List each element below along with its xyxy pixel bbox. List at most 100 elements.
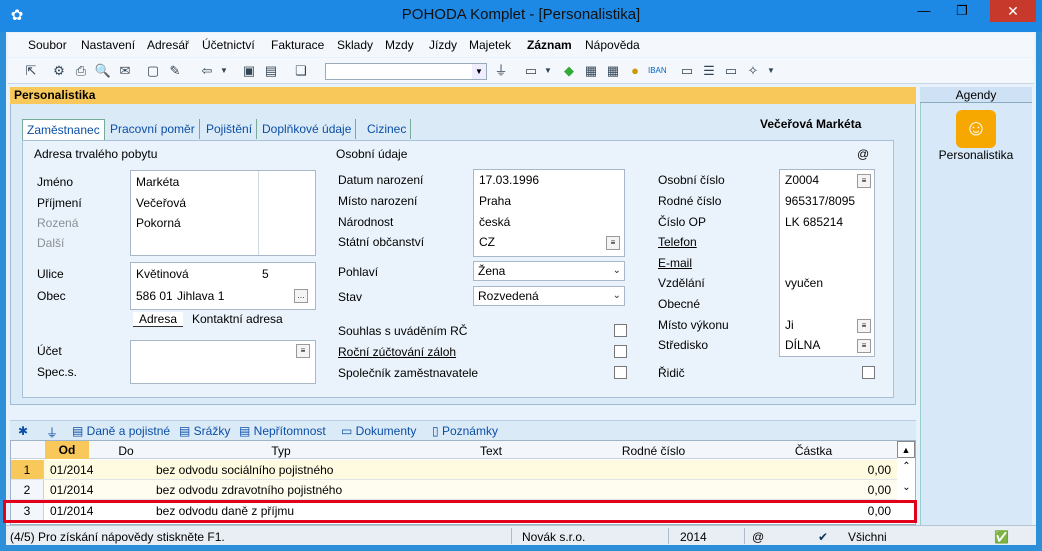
agenda-item-personalistika[interactable]: Personalistika xyxy=(920,148,1032,162)
folder-icon[interactable]: ▭ xyxy=(522,62,540,80)
menu-soubor[interactable]: Soubor xyxy=(28,38,67,52)
menu-fakturace[interactable]: Fakturace xyxy=(271,38,324,52)
menu-zaznam[interactable]: Záznam xyxy=(527,38,572,52)
email-link[interactable]: E-mail xyxy=(658,256,692,270)
scroll-down-icon[interactable]: ⌄ xyxy=(898,482,915,493)
telefon-link[interactable]: Telefon xyxy=(658,235,697,249)
osobni-cislo-lookup-button[interactable]: ≡ xyxy=(857,174,871,188)
table-row[interactable]: 2 01/2014 bez odvodu zdravotního pojistn… xyxy=(11,480,897,500)
stredisko-field[interactable]: DÍLNA xyxy=(785,338,820,352)
vzdelani-field[interactable]: vyučen xyxy=(785,276,823,290)
tab-zamestnanec[interactable]: Zaměstnanec xyxy=(22,119,105,140)
coins-icon[interactable]: ● xyxy=(626,62,644,80)
menu-nastaveni[interactable]: Nastavení xyxy=(81,38,135,52)
menu-mzdy[interactable]: Mzdy xyxy=(385,38,414,52)
spolecnik-checkbox[interactable] xyxy=(614,366,627,379)
account-field[interactable] xyxy=(130,340,316,384)
tag-icon[interactable]: ◆ xyxy=(560,62,578,80)
wand-dropdown-icon[interactable]: ▼ xyxy=(762,62,780,80)
column-text[interactable]: Text xyxy=(406,444,576,458)
settings-icon[interactable]: ⚙ xyxy=(50,62,68,80)
misto-narozeni-field[interactable]: Praha xyxy=(479,194,511,208)
print-preview-icon[interactable]: 🔍 xyxy=(94,62,112,80)
rodne-cislo-field[interactable]: 965317/8095 xyxy=(785,194,855,208)
calculator-icon[interactable]: ▦ xyxy=(582,62,600,80)
tab-pracovni-pomer[interactable]: Pracovní poměr xyxy=(106,119,200,139)
tab-doplnkove-udaje[interactable]: Doplňkové údaje xyxy=(258,119,357,139)
tab-nepritomnost[interactable]: ▤ Nepřítomnost xyxy=(239,424,326,438)
copy-icon[interactable]: ❏ xyxy=(292,62,310,80)
minimize-button[interactable]: — xyxy=(908,0,940,22)
datum-narozeni-field[interactable]: 17.03.1996 xyxy=(479,173,539,187)
column-castka[interactable]: Částka xyxy=(731,444,896,458)
address-tab-kontaktni[interactable]: Kontaktní adresa xyxy=(186,312,289,326)
tab-dane-pojistne[interactable]: ▤ Daně a pojistné xyxy=(72,424,170,438)
stav-select[interactable]: Rozvedená ⌄ xyxy=(473,286,625,306)
obec-field[interactable]: Jihlava 1 xyxy=(177,289,224,303)
back-arrow-icon[interactable]: ⇦ xyxy=(198,62,216,80)
print-icon[interactable]: ⎙ xyxy=(72,62,90,80)
narodnost-field[interactable]: česká xyxy=(479,215,510,229)
save-icon[interactable]: ▣ xyxy=(240,62,258,80)
psc-field[interactable]: 586 01 xyxy=(136,289,173,303)
close-button[interactable]: ✕ xyxy=(990,0,1036,22)
obec-lookup-button[interactable]: … xyxy=(294,289,308,303)
address-tab-adresa[interactable]: Adresa xyxy=(133,312,184,327)
misto-vykonu-field[interactable]: Ji xyxy=(785,318,794,332)
list-icon[interactable]: ☰ xyxy=(700,62,718,80)
column-rodne-cislo[interactable]: Rodné číslo xyxy=(576,444,731,458)
menu-adresar[interactable]: Adresář xyxy=(147,38,189,52)
exit-icon[interactable]: ⇱ xyxy=(22,62,40,80)
star-icon[interactable]: ✱ xyxy=(18,424,28,438)
personnel-icon[interactable]: ☺ xyxy=(956,110,996,148)
menu-jizdy[interactable]: Jízdy xyxy=(429,38,457,52)
wand-icon[interactable]: ✧ xyxy=(744,62,762,80)
ridic-checkbox[interactable] xyxy=(862,366,875,379)
column-od[interactable]: Od xyxy=(45,441,89,459)
cislo-field[interactable]: 5 xyxy=(262,267,269,281)
comment-icon[interactable]: ▭ xyxy=(678,62,696,80)
table-row[interactable]: 1 01/2014 bez odvodu sociálního pojistné… xyxy=(11,460,897,480)
jmeno-field[interactable]: Markéta xyxy=(136,175,179,189)
filter-icon[interactable]: ⏚ xyxy=(46,424,58,441)
prijmeni-field[interactable]: Večeřová xyxy=(136,196,186,210)
filter-icon[interactable]: ⏚ xyxy=(492,62,510,80)
rozena-field[interactable]: Pokorná xyxy=(136,216,181,230)
table-icon[interactable]: ▦ xyxy=(604,62,622,80)
scroll-up-icon[interactable]: ⌃ xyxy=(898,461,915,472)
misto-vykonu-lookup-button[interactable]: ≡ xyxy=(857,319,871,333)
new-record-icon[interactable]: ▢ xyxy=(144,62,162,80)
account-lookup-button[interactable]: ≡ xyxy=(296,344,310,358)
cislo-op-field[interactable]: LK 685214 xyxy=(785,215,843,229)
tab-srazky[interactable]: ▤ Srážky xyxy=(179,424,230,438)
monitor-icon[interactable]: ▭ xyxy=(722,62,740,80)
tab-poznamky[interactable]: ▯ Poznámky xyxy=(432,424,498,438)
report-icon[interactable]: ✉ xyxy=(116,62,134,80)
folder-dropdown-icon[interactable]: ▼ xyxy=(539,62,557,80)
label-rocni-zuctovani[interactable]: Roční zúčtování záloh xyxy=(338,345,456,359)
menu-ucetnictvi[interactable]: Účetnictví xyxy=(202,38,255,52)
menu-napoveda[interactable]: Nápověda xyxy=(585,38,640,52)
column-typ[interactable]: Typ xyxy=(156,444,406,458)
pohlavi-select[interactable]: Žena ⌄ xyxy=(473,261,625,281)
osobni-cislo-field[interactable]: Z0004 xyxy=(785,173,819,187)
maximize-button[interactable]: ❐ xyxy=(946,0,978,22)
quick-search-combo[interactable] xyxy=(325,63,487,80)
menu-majetek[interactable]: Majetek xyxy=(469,38,511,52)
edit-record-icon[interactable]: ✎ xyxy=(166,62,184,80)
combo-dropdown-icon[interactable]: ▼ xyxy=(472,64,486,79)
menu-sklady[interactable]: Sklady xyxy=(337,38,373,52)
tab-cizinec[interactable]: Cizinec xyxy=(363,119,412,139)
cancel-save-icon[interactable]: ▤ xyxy=(262,62,280,80)
stredisko-lookup-button[interactable]: ≡ xyxy=(857,339,871,353)
obcanstvi-field[interactable]: CZ xyxy=(479,235,495,249)
iban-icon[interactable]: IBAN xyxy=(648,62,667,80)
tab-dokumenty[interactable]: ▭ Dokumenty xyxy=(341,424,416,438)
souhlas-rc-checkbox[interactable] xyxy=(614,324,627,337)
column-do[interactable]: Do xyxy=(91,444,161,458)
rocni-zuctovani-checkbox[interactable] xyxy=(614,345,627,358)
scroll-top-icon[interactable]: ▲ xyxy=(897,441,915,458)
back-dropdown-icon[interactable]: ▼ xyxy=(215,62,233,80)
tab-pojisteni[interactable]: Pojištění xyxy=(202,119,258,139)
obcanstvi-lookup-button[interactable]: ≡ xyxy=(606,236,620,250)
